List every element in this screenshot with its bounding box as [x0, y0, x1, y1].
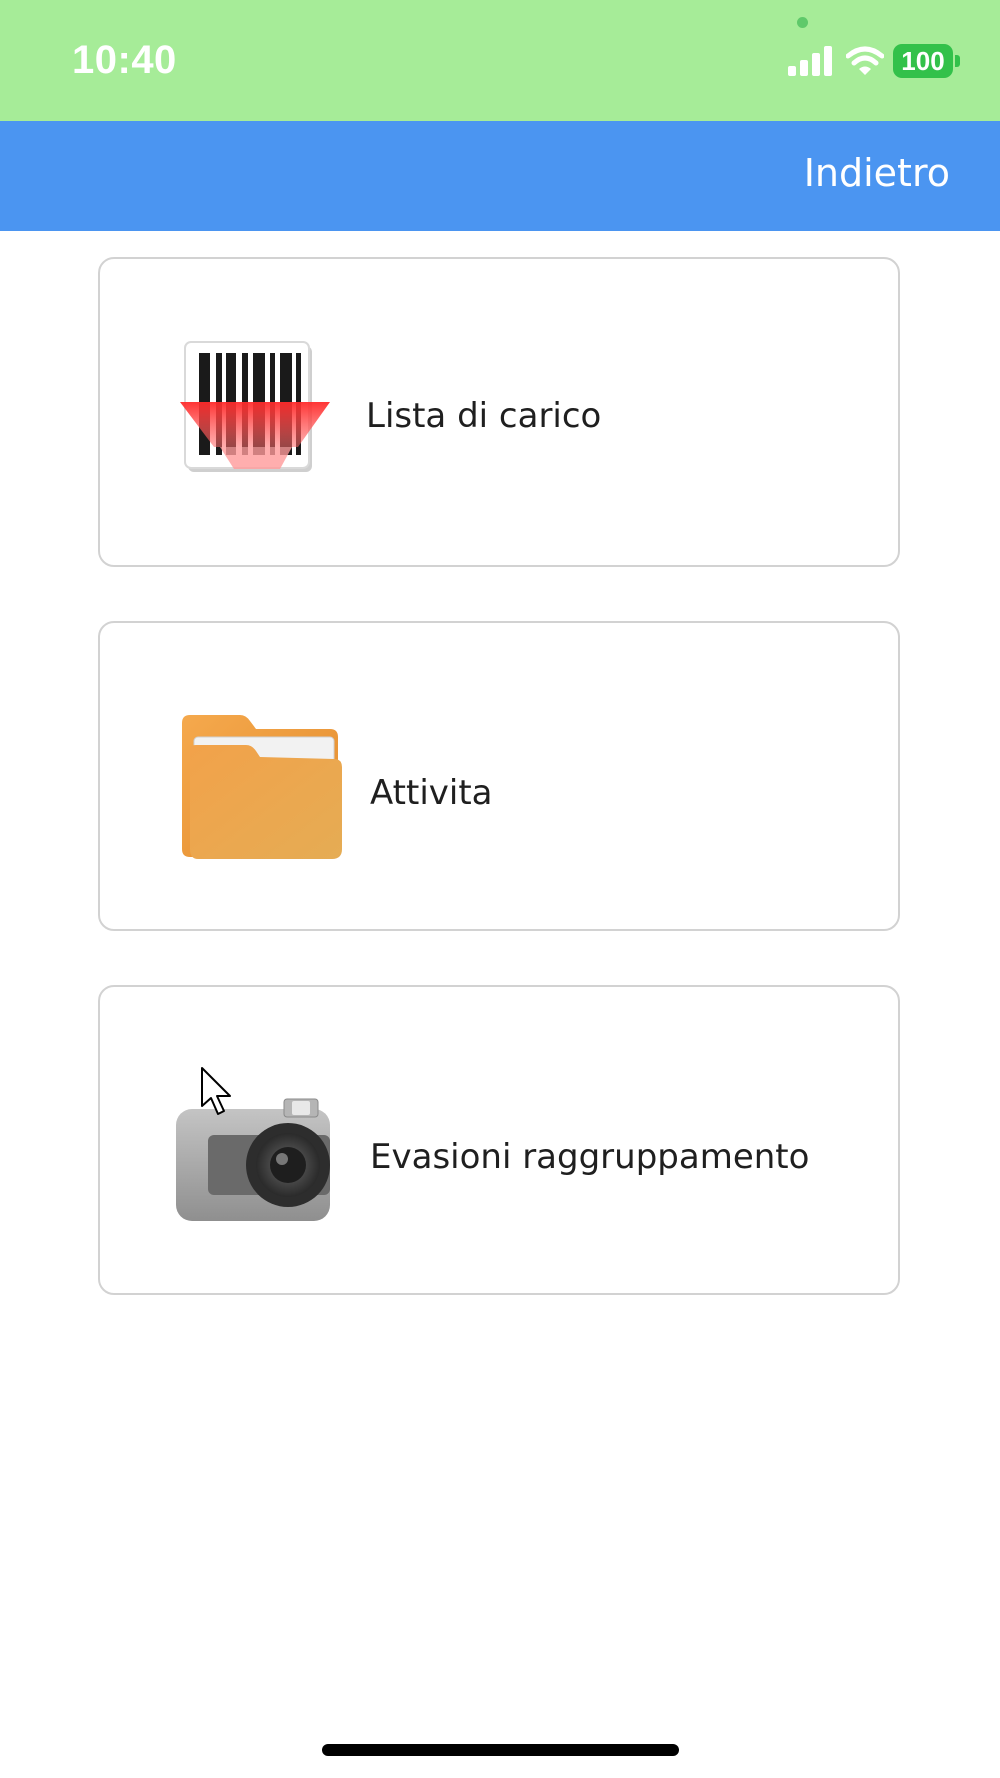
- home-indicator[interactable]: [322, 1744, 679, 1756]
- nav-bar: Indietro: [0, 121, 1000, 231]
- menu-item-attivita[interactable]: Attivita: [98, 621, 900, 931]
- menu-item-label: Attivita: [370, 773, 493, 813]
- battery-icon: 100: [893, 44, 961, 78]
- barcode-scanner-icon: [180, 341, 330, 472]
- menu-item-label: Evasioni raggruppamento: [370, 1137, 810, 1177]
- app-screen: 10:40 100 Indietro Lista di carico Attiv…: [0, 0, 1000, 1778]
- back-button[interactable]: Indietro: [804, 151, 950, 195]
- wifi-icon: [846, 46, 884, 75]
- menu-item-lista-di-carico[interactable]: Lista di carico: [98, 257, 900, 567]
- mouse-cursor-icon: [201, 1067, 231, 1115]
- folder-icon: [182, 715, 342, 859]
- menu-item-evasioni-raggruppamento[interactable]: Evasioni raggruppamento: [98, 985, 900, 1295]
- signal-icon: [788, 46, 832, 76]
- privacy-indicator-dot: [797, 17, 808, 28]
- status-time: 10:40: [72, 38, 177, 82]
- battery-level: 100: [893, 44, 953, 78]
- status-bar: 10:40 100: [0, 0, 1000, 121]
- battery-cap: [955, 55, 960, 67]
- camera-icon: [176, 1098, 330, 1221]
- menu-item-label: Lista di carico: [366, 396, 602, 436]
